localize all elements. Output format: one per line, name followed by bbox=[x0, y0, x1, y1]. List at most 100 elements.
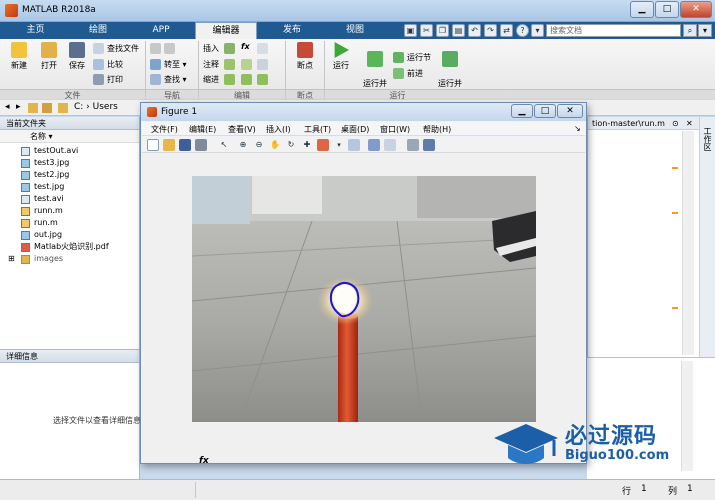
copy-quick-icon[interactable]: ❐ bbox=[436, 24, 449, 37]
filter-icon[interactable]: ▾ bbox=[698, 24, 712, 37]
search-documentation-input[interactable]: 搜索文档 bbox=[546, 24, 681, 37]
dock-arrow-icon[interactable]: ↘ bbox=[574, 124, 581, 133]
run-button[interactable]: 运行 bbox=[328, 42, 354, 71]
insert-section-icon[interactable] bbox=[224, 43, 238, 56]
maximize-button[interactable]: □ bbox=[655, 1, 679, 18]
save-quick-icon[interactable]: ▣ bbox=[404, 24, 417, 37]
rotate-3d-icon[interactable]: ↻ bbox=[285, 139, 297, 151]
decrease-indent-icon[interactable] bbox=[257, 74, 271, 87]
forward-arrow-icon[interactable]: ▸ bbox=[16, 102, 21, 112]
workspace-side-panel[interactable]: 工作区 bbox=[699, 117, 715, 357]
paste-quick-icon[interactable]: ▤ bbox=[452, 24, 465, 37]
breakpoints-button[interactable]: 断点 bbox=[290, 42, 320, 71]
list-item[interactable]: test.avi bbox=[0, 193, 139, 205]
menu-insert[interactable]: 插入(I) bbox=[266, 124, 291, 135]
back-forward-buttons[interactable] bbox=[150, 43, 178, 56]
tab-publish[interactable]: 发布 bbox=[262, 22, 322, 39]
edit-plot-arrow-icon[interactable]: ↖ bbox=[218, 139, 230, 151]
tab-menu-icon[interactable]: ⊙ bbox=[672, 117, 679, 130]
tab-plots[interactable]: 绘图 bbox=[68, 22, 128, 39]
switch-window-icon[interactable]: ⇄ bbox=[500, 24, 513, 37]
warning-marker[interactable] bbox=[672, 167, 678, 169]
fx-button[interactable]: fx bbox=[241, 42, 250, 55]
menu-desktop[interactable]: 桌面(D) bbox=[341, 124, 369, 135]
legend-icon[interactable] bbox=[384, 139, 396, 151]
menu-tools[interactable]: 工具(T) bbox=[304, 124, 331, 135]
figure-maximize-button[interactable]: □ bbox=[534, 104, 556, 118]
menu-help[interactable]: 帮助(H) bbox=[423, 124, 451, 135]
help-icon[interactable]: ? bbox=[516, 24, 529, 37]
menu-view[interactable]: 查看(V) bbox=[228, 124, 256, 135]
list-item[interactable]: ⊞ images bbox=[0, 253, 139, 265]
scrollbar[interactable] bbox=[682, 131, 694, 355]
minimize-button[interactable]: ▁ bbox=[630, 1, 654, 18]
cut-quick-icon[interactable]: ✂ bbox=[420, 24, 433, 37]
redo-quick-icon[interactable]: ↷ bbox=[484, 24, 497, 37]
insert-button[interactable]: 插入 bbox=[203, 43, 219, 56]
zoom-in-icon[interactable]: ⊕ bbox=[237, 139, 249, 151]
close-button[interactable]: ✕ bbox=[680, 1, 712, 18]
menu-file[interactable]: 文件(F) bbox=[151, 124, 178, 135]
undo-quick-icon[interactable]: ↶ bbox=[468, 24, 481, 37]
figure-canvas[interactable] bbox=[142, 154, 585, 463]
warning-marker[interactable] bbox=[672, 212, 678, 214]
show-plot-tools-icon[interactable] bbox=[423, 139, 435, 151]
tab-home[interactable]: 主页 bbox=[8, 22, 63, 39]
list-item[interactable]: out.jpg bbox=[0, 229, 139, 241]
comment-icon[interactable] bbox=[224, 59, 238, 72]
list-item[interactable]: test2.jpg bbox=[0, 169, 139, 181]
indent-button[interactable]: 缩进 bbox=[203, 74, 219, 87]
name-column-header[interactable]: 名称 ▾ bbox=[0, 130, 139, 143]
editor-tab[interactable]: tion-master\run.m ⊙ ✕ bbox=[588, 117, 715, 130]
new-figure-icon[interactable] bbox=[147, 139, 159, 151]
list-item[interactable]: Matlab火焰识别.pdf bbox=[0, 241, 139, 253]
compare-button[interactable]: 比较 bbox=[93, 59, 123, 72]
brush-icon[interactable] bbox=[317, 139, 329, 151]
dropdown-icon[interactable]: ▾ bbox=[531, 24, 544, 37]
menu-edit[interactable]: 编辑(E) bbox=[189, 124, 216, 135]
address-path[interactable]: C: › Users bbox=[74, 102, 118, 112]
list-item[interactable]: test.jpg bbox=[0, 181, 139, 193]
figure-minimize-button[interactable]: ▁ bbox=[511, 104, 533, 118]
list-item[interactable]: testOut.avi bbox=[0, 145, 139, 157]
save-button[interactable]: 保存 bbox=[65, 42, 89, 71]
tab-view[interactable]: 视图 bbox=[326, 22, 384, 39]
brush-dropdown-icon[interactable]: ▾ bbox=[333, 139, 345, 151]
browse-folder-icon[interactable] bbox=[42, 103, 52, 113]
open-button[interactable]: 打开 bbox=[35, 42, 63, 71]
advance-button[interactable]: 前进 bbox=[393, 68, 423, 81]
print-figure-icon[interactable] bbox=[195, 139, 207, 151]
smart-indent-icon[interactable] bbox=[224, 74, 238, 87]
comment-button[interactable]: 注释 bbox=[203, 59, 219, 72]
find-button[interactable]: 查找 ▾ bbox=[150, 74, 187, 87]
new-button[interactable]: 新建 bbox=[5, 42, 33, 71]
open-file-icon[interactable] bbox=[163, 139, 175, 151]
increase-indent-icon[interactable] bbox=[241, 74, 255, 87]
expand-icon[interactable]: ⊞ bbox=[8, 253, 15, 265]
link-plot-icon[interactable] bbox=[348, 139, 360, 151]
zoom-out-icon[interactable]: ⊖ bbox=[253, 139, 265, 151]
warning-marker[interactable] bbox=[672, 307, 678, 309]
colorbar-icon[interactable] bbox=[368, 139, 380, 151]
save-figure-icon[interactable] bbox=[179, 139, 191, 151]
tab-close-icon[interactable]: ✕ bbox=[686, 117, 693, 130]
run-section-button[interactable]: 运行节 bbox=[393, 52, 431, 65]
search-icon[interactable]: ⌕ bbox=[683, 24, 697, 37]
list-item[interactable]: test3.jpg bbox=[0, 157, 139, 169]
goto-button[interactable]: 转至 ▾ bbox=[150, 59, 187, 72]
wrap-comment-icon[interactable] bbox=[257, 59, 271, 72]
find-files-button[interactable]: 查找文件 bbox=[93, 43, 139, 56]
uncomment-icon[interactable] bbox=[241, 59, 255, 72]
list-item[interactable]: runn.m bbox=[0, 205, 139, 217]
back-arrow-icon[interactable]: ◂ bbox=[5, 102, 10, 112]
menu-window[interactable]: 窗口(W) bbox=[380, 124, 410, 135]
up-folder-icon[interactable] bbox=[28, 103, 38, 113]
tab-editor[interactable]: 编辑器 bbox=[195, 22, 257, 39]
tab-apps[interactable]: APP bbox=[132, 22, 190, 39]
figure-close-button[interactable]: ✕ bbox=[557, 104, 583, 118]
insert-function-icon[interactable] bbox=[257, 43, 271, 56]
list-item[interactable]: run.m bbox=[0, 217, 139, 229]
data-cursor-icon[interactable]: ✚ bbox=[301, 139, 313, 151]
print-button[interactable]: 打印 bbox=[93, 74, 123, 87]
pan-hand-icon[interactable]: ✋ bbox=[269, 139, 281, 151]
